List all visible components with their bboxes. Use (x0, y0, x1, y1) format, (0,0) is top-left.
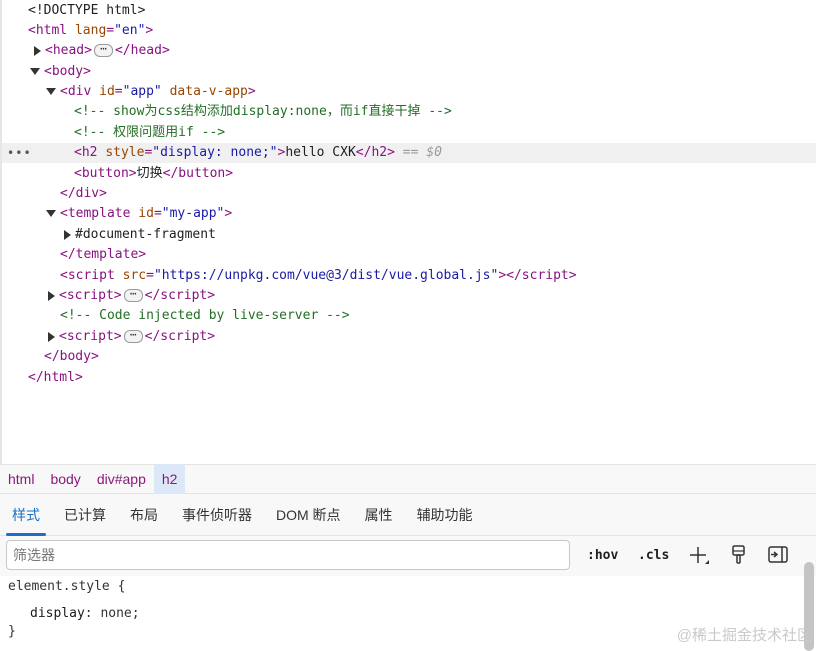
tab-dom-breakpoints[interactable]: DOM 断点 (264, 494, 353, 536)
add-rule-icon[interactable] (688, 544, 710, 566)
script-tag-name: script (66, 329, 114, 344)
cls-button[interactable]: .cls (638, 544, 669, 568)
expand-triangle-icon[interactable] (34, 45, 41, 56)
style-property-name[interactable]: display (30, 606, 85, 621)
comment-text-2: <!-- 权限问题用if --> (74, 125, 226, 140)
div-app-node[interactable]: <div id="app" data-v-app> (2, 82, 816, 102)
hov-button[interactable]: :hov (587, 544, 618, 568)
head-close-tag-name: head (130, 43, 162, 58)
more-options-icon[interactable]: ••• (7, 143, 32, 163)
paint-brush-icon[interactable] (728, 544, 750, 566)
style-rule-selector[interactable]: element.style { (8, 579, 125, 594)
style-declaration[interactable]: display: none; (30, 606, 140, 621)
html-node[interactable]: <html lang="en"> (2, 21, 816, 41)
comment-node-1[interactable]: <!-- show为css结构添加display:none，而if直接干掉 --… (2, 102, 816, 122)
div-close-node[interactable]: </div> (2, 184, 816, 204)
h2-close-tag-name: h2 (371, 145, 388, 160)
head-node[interactable]: <head> ⋯ </head> (2, 41, 816, 61)
style-rule-close: } (8, 624, 16, 639)
breadcrumb-html[interactable]: html (0, 464, 42, 494)
doctype-text: <!DOCTYPE html> (28, 3, 146, 18)
breadcrumb-div-app[interactable]: div#app (89, 464, 154, 494)
collapse-triangle-icon[interactable] (46, 88, 56, 95)
div-id-value: "app" (122, 84, 162, 99)
comment-text-1: <!-- show为css结构添加display:none，而if直接干掉 --… (74, 104, 452, 119)
html-close-node[interactable]: </html> (2, 368, 816, 388)
h2-style-attr: style (105, 145, 145, 160)
div-data-attr: data-v-app (169, 84, 248, 99)
ellipsis-icon[interactable]: ⋯ (123, 329, 143, 343)
selected-ref: == $0 (402, 145, 442, 160)
body-close-node[interactable]: </body> (2, 347, 816, 367)
comment-text-3: <!-- Code injected by live-server --> (60, 308, 350, 323)
template-close-tag-name: template (75, 247, 139, 262)
h2-node-selected[interactable]: ••• <h2 style="display: none;">hello CXK<… (2, 143, 816, 163)
styles-toolbar: 筛选器 :hov .cls (0, 536, 816, 576)
expand-triangle-icon[interactable] (64, 229, 71, 240)
expand-triangle-icon[interactable] (48, 290, 55, 301)
tab-layout[interactable]: 布局 (118, 494, 170, 536)
script-node-1[interactable]: <script> ⋯ </script> (2, 286, 816, 306)
button-text: 切换 (136, 166, 163, 181)
script-src-value[interactable]: "https://unpkg.com/vue@3/dist/vue.global… (154, 268, 498, 283)
html-lang-attr: lang (74, 23, 107, 38)
script-tag-name: script (66, 288, 114, 303)
template-close-node[interactable]: </template> (2, 245, 816, 265)
breadcrumb: html body div#app h2 (0, 464, 816, 494)
elements-tree: <!DOCTYPE html> <html lang="en"> <head> ⋯… (0, 0, 816, 464)
button-close-tag-name: button (178, 166, 226, 181)
tab-computed[interactable]: 已计算 (52, 494, 118, 536)
collapse-triangle-icon[interactable] (30, 68, 40, 75)
expand-triangle-icon[interactable] (48, 331, 55, 342)
script-close-tag-name: script (160, 329, 208, 344)
body-close-tag-name: body (59, 349, 91, 364)
script-close-tag-name: script (521, 268, 569, 283)
breadcrumb-h2[interactable]: h2 (153, 464, 186, 494)
doctype-node[interactable]: <!DOCTYPE html> (2, 1, 816, 21)
tab-styles[interactable]: 样式 (0, 494, 52, 536)
body-tag-name: body (51, 64, 84, 79)
script-vue-node[interactable]: <script src="https://unpkg.com/vue@3/dis… (2, 266, 816, 286)
div-tag-name: div (67, 84, 92, 99)
head-tag-name: head (52, 43, 85, 58)
document-fragment-text: #document-fragment (75, 227, 216, 242)
template-id-attr: id (138, 206, 154, 221)
body-node[interactable]: <body> (2, 62, 816, 82)
tab-properties[interactable]: 属性 (353, 494, 405, 536)
collapse-triangle-icon[interactable] (46, 210, 56, 217)
h2-style-value: "display: none;" (152, 145, 278, 160)
sidebar-tabs: 样式 已计算 布局 事件侦听器 DOM 断点 属性 辅助功能 (0, 494, 816, 536)
template-id-value: "my-app" (161, 206, 225, 221)
filter-input[interactable]: 筛选器 (6, 540, 570, 570)
watermark: @稀土掘金技术社区 (676, 627, 812, 644)
h2-tag-name: h2 (81, 145, 98, 160)
toggle-sidebar-icon[interactable] (767, 544, 789, 566)
button-node[interactable]: <button>切换</button> (2, 164, 816, 184)
html-close-tag-name: html (43, 370, 75, 385)
style-property-value[interactable]: none (100, 606, 131, 621)
html-tag-name: html (35, 23, 68, 38)
template-node[interactable]: <template id="my-app"> (2, 204, 816, 224)
div-id-attr: id (99, 84, 115, 99)
button-tag-name: button (81, 166, 129, 181)
breadcrumb-body[interactable]: body (42, 464, 88, 494)
document-fragment-node[interactable]: #document-fragment (2, 225, 816, 245)
script-src-attr: src (122, 268, 147, 283)
comment-node-3[interactable]: <!-- Code injected by live-server --> (2, 306, 816, 326)
script-tag-name: script (67, 268, 115, 283)
ellipsis-icon[interactable]: ⋯ (93, 43, 113, 57)
template-tag-name: template (67, 206, 131, 221)
comment-node-2[interactable]: <!-- 权限问题用if --> (2, 123, 816, 143)
tab-accessibility[interactable]: 辅助功能 (405, 494, 485, 536)
html-lang-value: "en" (114, 23, 146, 38)
h2-text: hello CXK (285, 145, 356, 160)
ellipsis-icon[interactable]: ⋯ (123, 288, 143, 302)
script-node-2[interactable]: <script> ⋯ </script> (2, 327, 816, 347)
tab-event-listeners[interactable]: 事件侦听器 (170, 494, 264, 536)
div-close-tag-name: div (75, 186, 100, 201)
script-close-tag-name: script (160, 288, 208, 303)
